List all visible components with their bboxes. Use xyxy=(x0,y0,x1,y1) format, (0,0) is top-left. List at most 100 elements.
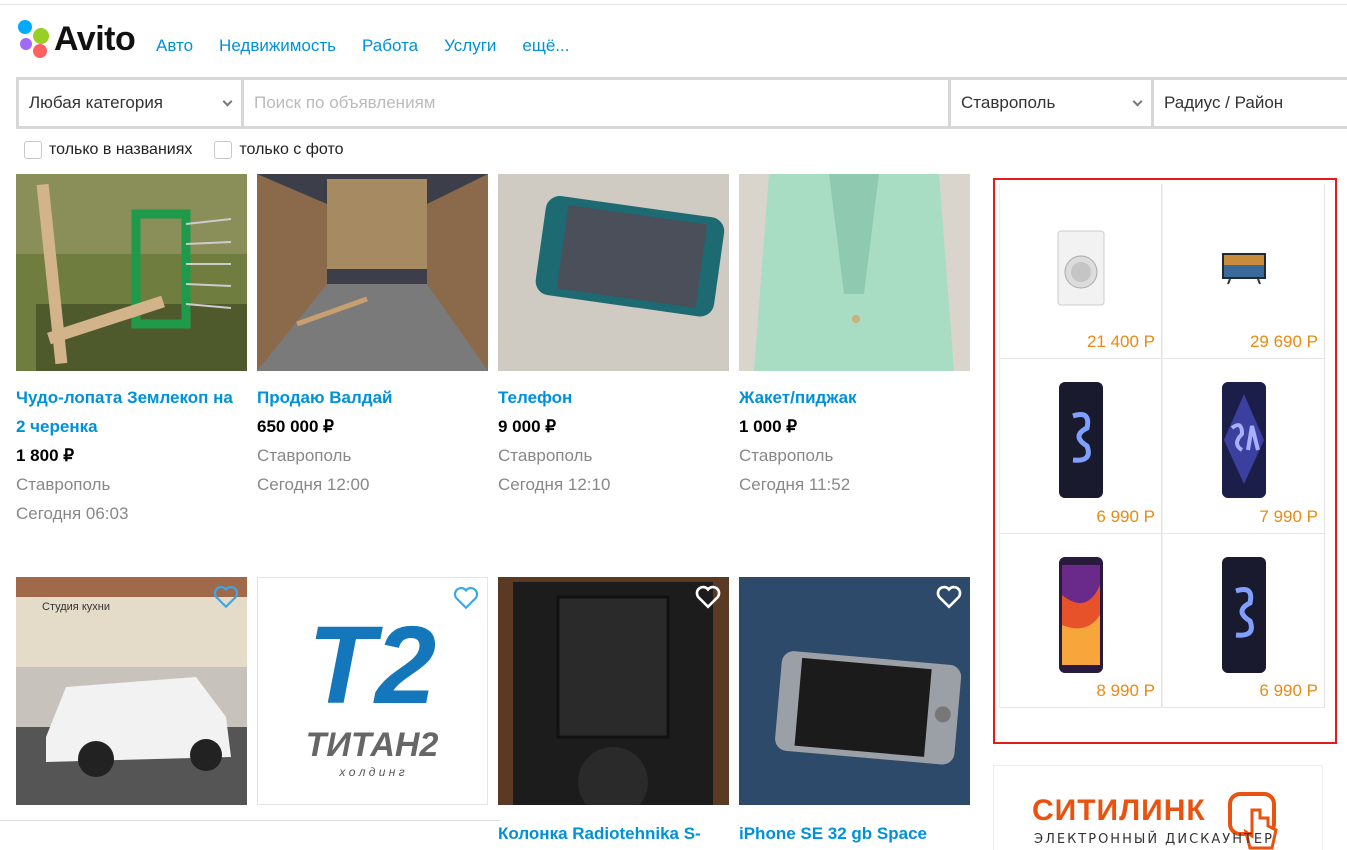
listing-photo[interactable] xyxy=(498,174,729,371)
listing-card[interactable]: Колонка Radiotehnika S-50B xyxy=(498,577,729,850)
nav-jobs[interactable]: Работа xyxy=(362,36,418,56)
shovel-photo xyxy=(16,174,247,371)
search-filters: только в названиях только с фото xyxy=(24,141,343,159)
listing-price: 9 000 ₽ xyxy=(498,417,557,436)
listing-title[interactable]: iPhone SE 32 gb Space Gray xyxy=(739,819,970,850)
top-border xyxy=(0,0,1347,5)
ad-grid: 21 400 Р 29 690 Р 6 990 Р 7 990 Р 8 990 … xyxy=(999,184,1325,708)
banner-title: СИТИЛИНК xyxy=(1032,794,1206,827)
listing-title[interactable]: Колонка Radiotehnika S-50B xyxy=(498,819,729,850)
listing-city: Ставрополь xyxy=(498,446,593,465)
checkbox-icon[interactable] xyxy=(24,141,42,159)
nav-realty[interactable]: Недвижимость xyxy=(219,36,336,56)
listing-photo[interactable]: Студия кухни xyxy=(16,577,247,805)
listing-photo[interactable] xyxy=(257,174,488,371)
listing-date: Сегодня 06:03 xyxy=(16,504,129,523)
listing-title[interactable]: Жакет/пиджак xyxy=(739,383,970,412)
avito-logo[interactable]: Avito xyxy=(16,18,136,60)
phone-photo xyxy=(498,174,729,371)
jacket-photo xyxy=(739,174,970,371)
radius-select[interactable]: Радиус / Район xyxy=(1154,80,1347,126)
iphone-photo xyxy=(739,577,970,805)
checkbox-icon[interactable] xyxy=(214,141,233,159)
radius-value: Радиус / Район xyxy=(1164,93,1284,112)
listing-photo[interactable] xyxy=(498,577,729,805)
truck-photo xyxy=(257,174,488,371)
listing-card[interactable]: Чудо-лопата Землекоп на 2 черенка 1 800 … xyxy=(16,174,247,528)
top-nav: Авто Недвижимость Работа Услуги ещё... xyxy=(156,36,569,56)
ad-price: 7 990 Р xyxy=(1259,507,1318,526)
only-photo-label: только с фото xyxy=(239,141,344,158)
ad-item[interactable]: 21 400 Р xyxy=(999,184,1162,359)
titan2-logo: T2 ТИТАН2 х о л д и н г xyxy=(306,604,439,779)
listing-card[interactable]: iPhone SE 32 gb Space Gray xyxy=(739,577,970,850)
logo-dots-icon xyxy=(16,18,50,60)
smartphone-icon xyxy=(1221,556,1266,673)
car-photo: Студия кухни xyxy=(16,577,247,805)
smartphone-icon xyxy=(1221,382,1266,498)
listing-photo[interactable]: T2 ТИТАН2 х о л д и н г xyxy=(257,577,488,805)
ad-price: 6 990 Р xyxy=(1259,681,1318,700)
listing-city: Ставрополь xyxy=(16,475,111,494)
logo-text: Avito xyxy=(54,19,136,58)
smartphone-icon xyxy=(1058,556,1103,673)
speaker-photo xyxy=(498,577,729,805)
nav-services[interactable]: Услуги xyxy=(444,36,496,56)
banner-subtitle: ЭЛЕКТРОННЫЙ ДИСКАУНТЕР xyxy=(1034,832,1274,847)
shop-sign-text: Студия кухни xyxy=(42,601,110,613)
chevron-down-icon xyxy=(1132,96,1143,107)
ad-price: 29 690 Р xyxy=(1249,332,1318,351)
city-value: Ставрополь xyxy=(961,93,1056,112)
listing-city: Ставрополь xyxy=(257,446,352,465)
favorite-heart-icon[interactable] xyxy=(213,585,239,609)
smartphone-icon xyxy=(1058,382,1103,498)
ad-item[interactable]: 7 990 Р xyxy=(1162,359,1325,534)
ad-item[interactable]: 6 990 Р xyxy=(999,359,1162,534)
ad-price: 21 400 Р xyxy=(1086,332,1155,351)
nav-more[interactable]: ещё... xyxy=(522,36,569,56)
favorite-heart-icon[interactable] xyxy=(695,585,721,609)
listing-photo[interactable] xyxy=(739,174,970,371)
search-placeholder: Поиск по объявлениям xyxy=(254,93,436,112)
favorite-heart-icon[interactable] xyxy=(453,586,479,610)
listing-title[interactable]: Телефон xyxy=(498,383,729,412)
chevron-down-icon xyxy=(222,96,233,107)
ad-panel: 21 400 Р 29 690 Р 6 990 Р 7 990 Р 8 990 … xyxy=(993,178,1337,744)
bottom-divider xyxy=(0,820,500,850)
only-photo-checkbox[interactable]: только с фото xyxy=(214,141,343,159)
t2-logo-text: T2 xyxy=(308,604,436,727)
listing-title[interactable]: Продаю Валдай xyxy=(257,383,488,412)
nav-auto[interactable]: Авто xyxy=(156,36,193,56)
listing-photo[interactable] xyxy=(16,174,247,371)
t2-sub-text: х о л д и н г xyxy=(338,765,404,779)
only-titles-label: только в названиях xyxy=(49,141,193,158)
category-select[interactable]: Любая категория xyxy=(19,80,241,126)
listing-card[interactable]: T2 ТИТАН2 х о л д и н г xyxy=(257,577,488,805)
ad-item[interactable]: 6 990 Р xyxy=(1162,534,1325,708)
city-select[interactable]: Ставрополь xyxy=(951,80,1151,126)
listing-photo[interactable] xyxy=(739,577,970,805)
category-value: Любая категория xyxy=(29,93,164,112)
washing-machine-icon xyxy=(1057,230,1104,306)
t2-name-text: ТИТАН2 xyxy=(306,726,439,764)
listing-card[interactable]: Студия кухни xyxy=(16,577,247,805)
listing-date: Сегодня 11:52 xyxy=(739,475,851,494)
search-input[interactable]: Поиск по объявлениям xyxy=(244,80,948,126)
listing-card[interactable]: Телефон 9 000 ₽ Ставрополь Сегодня 12:10 xyxy=(498,174,729,499)
only-titles-checkbox[interactable]: только в названиях xyxy=(24,141,192,159)
ad-price: 6 990 Р xyxy=(1096,507,1155,526)
favorite-heart-icon[interactable] xyxy=(936,585,962,609)
citilink-banner[interactable]: СИТИЛИНК ЭЛЕКТРОННЫЙ ДИСКАУНТЕР xyxy=(993,765,1323,850)
listing-price: 1 000 ₽ xyxy=(739,417,798,436)
listing-card[interactable]: Жакет/пиджак 1 000 ₽ Ставрополь Сегодня … xyxy=(739,174,970,499)
listing-date: Сегодня 12:00 xyxy=(257,475,370,494)
listing-price: 1 800 ₽ xyxy=(16,446,75,465)
ad-price: 8 990 Р xyxy=(1096,681,1155,700)
ad-item[interactable]: 29 690 Р xyxy=(1162,184,1325,359)
listing-title[interactable]: Чудо-лопата Землекоп на 2 черенка xyxy=(16,383,247,441)
listing-price: 650 000 ₽ xyxy=(257,417,334,436)
listing-city: Ставрополь xyxy=(739,446,834,465)
listing-card[interactable]: Продаю Валдай 650 000 ₽ Ставрополь Сегод… xyxy=(257,174,488,499)
search-bar: Любая категория Поиск по объявлениям Ста… xyxy=(16,77,1347,129)
ad-item[interactable]: 8 990 Р xyxy=(999,534,1162,708)
